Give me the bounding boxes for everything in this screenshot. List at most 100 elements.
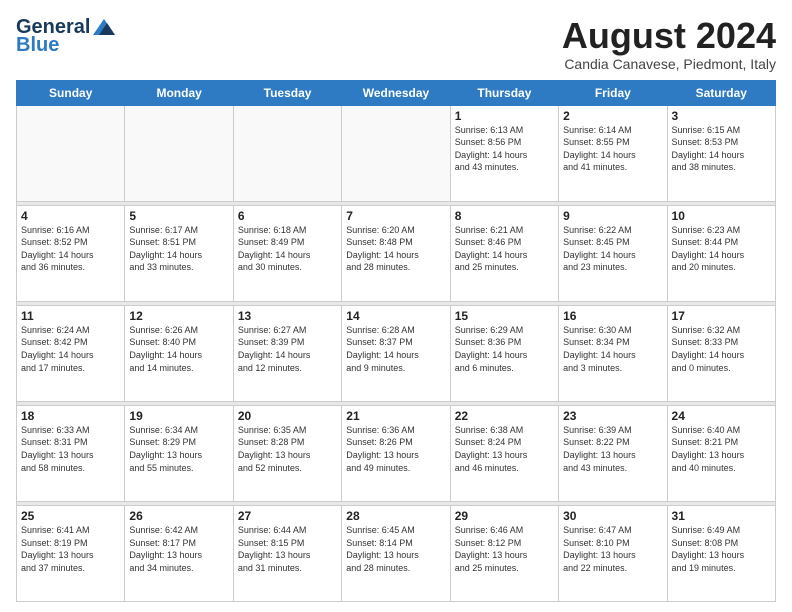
- calendar-week-3: 11Sunrise: 6:24 AM Sunset: 8:42 PM Dayli…: [17, 305, 776, 401]
- day-info: Sunrise: 6:32 AM Sunset: 8:33 PM Dayligh…: [672, 324, 771, 374]
- calendar-header-row: Sunday Monday Tuesday Wednesday Thursday…: [17, 80, 776, 105]
- day-number: 8: [455, 209, 554, 223]
- calendar-cell: 9Sunrise: 6:22 AM Sunset: 8:45 PM Daylig…: [559, 205, 667, 301]
- col-friday: Friday: [559, 80, 667, 105]
- day-number: 13: [238, 309, 337, 323]
- day-number: 9: [563, 209, 662, 223]
- day-info: Sunrise: 6:13 AM Sunset: 8:56 PM Dayligh…: [455, 124, 554, 174]
- calendar-cell: 23Sunrise: 6:39 AM Sunset: 8:22 PM Dayli…: [559, 405, 667, 501]
- day-info: Sunrise: 6:45 AM Sunset: 8:14 PM Dayligh…: [346, 524, 445, 574]
- day-number: 14: [346, 309, 445, 323]
- calendar-week-1: 1Sunrise: 6:13 AM Sunset: 8:56 PM Daylig…: [17, 105, 776, 201]
- day-info: Sunrise: 6:30 AM Sunset: 8:34 PM Dayligh…: [563, 324, 662, 374]
- day-number: 20: [238, 409, 337, 423]
- calendar-cell: 16Sunrise: 6:30 AM Sunset: 8:34 PM Dayli…: [559, 305, 667, 401]
- page: General Blue August 2024 Candia Canavese…: [0, 0, 792, 612]
- calendar-cell: 20Sunrise: 6:35 AM Sunset: 8:28 PM Dayli…: [233, 405, 341, 501]
- calendar-cell: 8Sunrise: 6:21 AM Sunset: 8:46 PM Daylig…: [450, 205, 558, 301]
- day-info: Sunrise: 6:41 AM Sunset: 8:19 PM Dayligh…: [21, 524, 120, 574]
- day-info: Sunrise: 6:22 AM Sunset: 8:45 PM Dayligh…: [563, 224, 662, 274]
- calendar-cell: [233, 105, 341, 201]
- day-number: 4: [21, 209, 120, 223]
- day-number: 23: [563, 409, 662, 423]
- calendar-cell: 25Sunrise: 6:41 AM Sunset: 8:19 PM Dayli…: [17, 505, 125, 601]
- col-saturday: Saturday: [667, 80, 775, 105]
- title-section: August 2024 Candia Canavese, Piedmont, I…: [562, 16, 776, 72]
- day-info: Sunrise: 6:15 AM Sunset: 8:53 PM Dayligh…: [672, 124, 771, 174]
- calendar-cell: 26Sunrise: 6:42 AM Sunset: 8:17 PM Dayli…: [125, 505, 233, 601]
- header: General Blue August 2024 Candia Canavese…: [16, 16, 776, 72]
- location: Candia Canavese, Piedmont, Italy: [562, 56, 776, 72]
- calendar-cell: 27Sunrise: 6:44 AM Sunset: 8:15 PM Dayli…: [233, 505, 341, 601]
- calendar-cell: 4Sunrise: 6:16 AM Sunset: 8:52 PM Daylig…: [17, 205, 125, 301]
- day-info: Sunrise: 6:21 AM Sunset: 8:46 PM Dayligh…: [455, 224, 554, 274]
- calendar-cell: 6Sunrise: 6:18 AM Sunset: 8:49 PM Daylig…: [233, 205, 341, 301]
- day-info: Sunrise: 6:17 AM Sunset: 8:51 PM Dayligh…: [129, 224, 228, 274]
- col-tuesday: Tuesday: [233, 80, 341, 105]
- calendar-cell: 7Sunrise: 6:20 AM Sunset: 8:48 PM Daylig…: [342, 205, 450, 301]
- day-number: 30: [563, 509, 662, 523]
- day-number: 21: [346, 409, 445, 423]
- day-number: 6: [238, 209, 337, 223]
- day-number: 5: [129, 209, 228, 223]
- day-number: 24: [672, 409, 771, 423]
- day-number: 28: [346, 509, 445, 523]
- day-number: 16: [563, 309, 662, 323]
- day-info: Sunrise: 6:35 AM Sunset: 8:28 PM Dayligh…: [238, 424, 337, 474]
- calendar-cell: 14Sunrise: 6:28 AM Sunset: 8:37 PM Dayli…: [342, 305, 450, 401]
- logo-icon: [93, 19, 115, 35]
- day-info: Sunrise: 6:46 AM Sunset: 8:12 PM Dayligh…: [455, 524, 554, 574]
- calendar-cell: [17, 105, 125, 201]
- calendar-cell: 24Sunrise: 6:40 AM Sunset: 8:21 PM Dayli…: [667, 405, 775, 501]
- calendar-cell: 5Sunrise: 6:17 AM Sunset: 8:51 PM Daylig…: [125, 205, 233, 301]
- col-thursday: Thursday: [450, 80, 558, 105]
- calendar-cell: 3Sunrise: 6:15 AM Sunset: 8:53 PM Daylig…: [667, 105, 775, 201]
- calendar-cell: 12Sunrise: 6:26 AM Sunset: 8:40 PM Dayli…: [125, 305, 233, 401]
- calendar-week-5: 25Sunrise: 6:41 AM Sunset: 8:19 PM Dayli…: [17, 505, 776, 601]
- day-info: Sunrise: 6:42 AM Sunset: 8:17 PM Dayligh…: [129, 524, 228, 574]
- calendar-cell: 22Sunrise: 6:38 AM Sunset: 8:24 PM Dayli…: [450, 405, 558, 501]
- col-wednesday: Wednesday: [342, 80, 450, 105]
- col-monday: Monday: [125, 80, 233, 105]
- calendar-week-4: 18Sunrise: 6:33 AM Sunset: 8:31 PM Dayli…: [17, 405, 776, 501]
- day-number: 19: [129, 409, 228, 423]
- day-number: 10: [672, 209, 771, 223]
- day-number: 26: [129, 509, 228, 523]
- calendar-cell: 10Sunrise: 6:23 AM Sunset: 8:44 PM Dayli…: [667, 205, 775, 301]
- calendar-cell: 2Sunrise: 6:14 AM Sunset: 8:55 PM Daylig…: [559, 105, 667, 201]
- calendar-cell: 15Sunrise: 6:29 AM Sunset: 8:36 PM Dayli…: [450, 305, 558, 401]
- day-number: 17: [672, 309, 771, 323]
- calendar-cell: [342, 105, 450, 201]
- calendar-table: Sunday Monday Tuesday Wednesday Thursday…: [16, 80, 776, 602]
- calendar-cell: 18Sunrise: 6:33 AM Sunset: 8:31 PM Dayli…: [17, 405, 125, 501]
- day-info: Sunrise: 6:47 AM Sunset: 8:10 PM Dayligh…: [563, 524, 662, 574]
- day-info: Sunrise: 6:18 AM Sunset: 8:49 PM Dayligh…: [238, 224, 337, 274]
- day-number: 11: [21, 309, 120, 323]
- calendar-cell: [125, 105, 233, 201]
- calendar-cell: 29Sunrise: 6:46 AM Sunset: 8:12 PM Dayli…: [450, 505, 558, 601]
- day-info: Sunrise: 6:24 AM Sunset: 8:42 PM Dayligh…: [21, 324, 120, 374]
- calendar-cell: 21Sunrise: 6:36 AM Sunset: 8:26 PM Dayli…: [342, 405, 450, 501]
- calendar-cell: 19Sunrise: 6:34 AM Sunset: 8:29 PM Dayli…: [125, 405, 233, 501]
- day-info: Sunrise: 6:14 AM Sunset: 8:55 PM Dayligh…: [563, 124, 662, 174]
- day-info: Sunrise: 6:40 AM Sunset: 8:21 PM Dayligh…: [672, 424, 771, 474]
- calendar-cell: 28Sunrise: 6:45 AM Sunset: 8:14 PM Dayli…: [342, 505, 450, 601]
- day-number: 3: [672, 109, 771, 123]
- calendar-week-2: 4Sunrise: 6:16 AM Sunset: 8:52 PM Daylig…: [17, 205, 776, 301]
- calendar-cell: 1Sunrise: 6:13 AM Sunset: 8:56 PM Daylig…: [450, 105, 558, 201]
- day-info: Sunrise: 6:20 AM Sunset: 8:48 PM Dayligh…: [346, 224, 445, 274]
- day-info: Sunrise: 6:39 AM Sunset: 8:22 PM Dayligh…: [563, 424, 662, 474]
- day-info: Sunrise: 6:26 AM Sunset: 8:40 PM Dayligh…: [129, 324, 228, 374]
- day-number: 7: [346, 209, 445, 223]
- day-info: Sunrise: 6:38 AM Sunset: 8:24 PM Dayligh…: [455, 424, 554, 474]
- logo-blue: Blue: [16, 34, 59, 56]
- day-number: 22: [455, 409, 554, 423]
- calendar-cell: 17Sunrise: 6:32 AM Sunset: 8:33 PM Dayli…: [667, 305, 775, 401]
- day-info: Sunrise: 6:36 AM Sunset: 8:26 PM Dayligh…: [346, 424, 445, 474]
- col-sunday: Sunday: [17, 80, 125, 105]
- day-number: 2: [563, 109, 662, 123]
- day-number: 15: [455, 309, 554, 323]
- day-number: 18: [21, 409, 120, 423]
- day-number: 31: [672, 509, 771, 523]
- day-info: Sunrise: 6:49 AM Sunset: 8:08 PM Dayligh…: [672, 524, 771, 574]
